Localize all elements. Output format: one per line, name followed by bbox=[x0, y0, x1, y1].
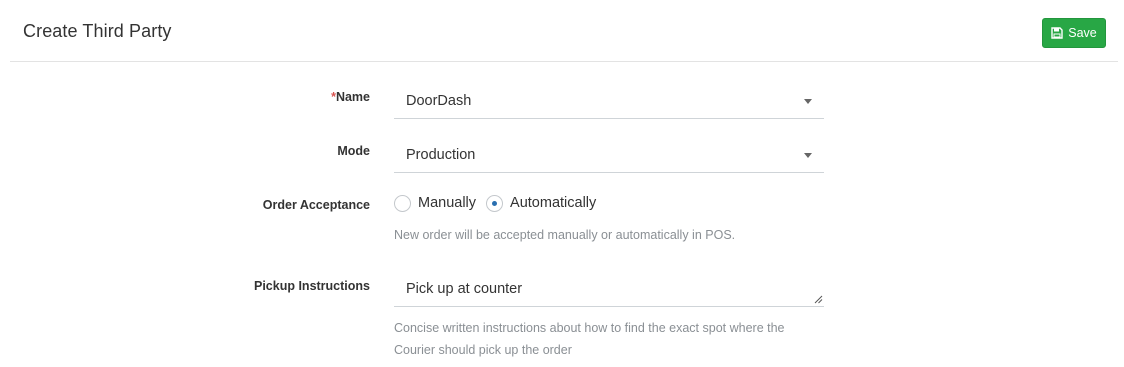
radio-circle-automatically[interactable] bbox=[486, 194, 504, 212]
create-third-party-page: Create Third Party Save *Name DoorDash M… bbox=[0, 0, 1124, 367]
mode-select[interactable]: Production bbox=[394, 137, 824, 173]
caret-down-icon bbox=[804, 153, 812, 158]
pickup-instructions-label: Pickup Instructions bbox=[254, 279, 370, 293]
save-button[interactable]: Save bbox=[1042, 18, 1106, 48]
name-label: *Name bbox=[331, 90, 370, 104]
mode-label: Mode bbox=[337, 144, 370, 158]
pickup-instructions-help: Concise written instructions about how t… bbox=[394, 317, 785, 361]
pickup-instructions-help-line2: Courier should pick up the order bbox=[394, 343, 572, 357]
caret-down-icon bbox=[804, 99, 812, 104]
floppy-disk-icon bbox=[1051, 27, 1063, 39]
name-select[interactable]: DoorDash bbox=[394, 83, 824, 119]
name-label-text: Name bbox=[335, 90, 370, 104]
page-header: Create Third Party Save bbox=[10, 0, 1118, 62]
radio-automatically-label: Automatically bbox=[510, 195, 597, 211]
pickup-instructions-help-line1: Concise written instructions about how t… bbox=[394, 321, 785, 335]
resize-handle-icon[interactable] bbox=[814, 295, 823, 304]
mode-select-value: Production bbox=[406, 147, 476, 163]
name-select-value: DoorDash bbox=[406, 93, 472, 109]
pickup-instructions-value: Pick up at counter bbox=[406, 281, 523, 297]
save-button-label: Save bbox=[1068, 26, 1097, 40]
order-acceptance-help: New order will be accepted manually or a… bbox=[394, 228, 736, 242]
order-acceptance-label: Order Acceptance bbox=[262, 198, 370, 212]
radio-manually[interactable]: Manually bbox=[394, 194, 477, 212]
order-acceptance-radio-group: Manually Automatically bbox=[394, 193, 606, 213]
radio-circle-manually[interactable] bbox=[394, 194, 411, 212]
radio-automatically[interactable]: Automatically bbox=[486, 194, 597, 212]
pickup-instructions-textarea[interactable]: Pick up at counter bbox=[394, 271, 824, 307]
page-title: Create Third Party bbox=[23, 21, 172, 41]
radio-manually-label: Manually bbox=[418, 195, 477, 211]
